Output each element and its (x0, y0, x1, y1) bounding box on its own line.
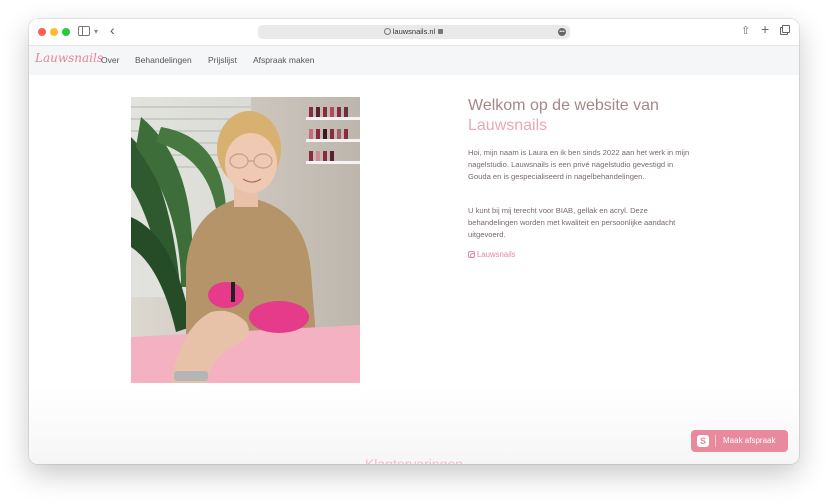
new-tab-icon[interactable]: + (761, 22, 769, 36)
sidebar-toggle-icon[interactable] (78, 26, 90, 36)
nav-item-over[interactable]: Over (101, 55, 119, 65)
page-title-brand: Lauwsnails (468, 117, 548, 134)
more-options-icon[interactable]: ••• (558, 28, 566, 36)
hero-photo (131, 97, 360, 383)
lock-icon (438, 29, 443, 34)
site-logo[interactable]: Lauwsnails (35, 51, 103, 65)
tab-overview-icon[interactable] (780, 25, 790, 35)
minimize-window-button[interactable] (50, 28, 58, 36)
hero-photo-illustration (131, 97, 360, 383)
section-title: Klantervaringen (364, 456, 464, 464)
chevron-down-icon[interactable]: ▾ (94, 26, 98, 38)
address-bar[interactable]: lauwsnails.nl ••• (258, 25, 570, 39)
back-arrow-icon[interactable]: ‹ (110, 23, 115, 37)
share-icon[interactable]: ⇧ (741, 25, 750, 37)
section-background (29, 387, 799, 464)
nav-item-behandelingen[interactable]: Behandelingen (135, 55, 192, 65)
browser-toolbar: ▾ ‹ lauwsnails.nl ••• ⇧ + (29, 19, 799, 46)
close-window-button[interactable] (38, 28, 46, 36)
zoom-window-button[interactable] (62, 28, 70, 36)
nav-item-afspraak-maken[interactable]: Afspraak maken (253, 55, 314, 65)
book-appointment-label: Maak afspraak (723, 436, 776, 445)
instagram-label: Lauwsnails (477, 250, 516, 259)
services-paragraph: U kunt bij mij terecht voor BIAB, gellak… (468, 206, 676, 239)
instagram-icon (468, 251, 475, 258)
booking-app-icon: S (697, 435, 709, 447)
intro-paragraph: Hoi, mijn naam is Laura en ik ben sinds … (468, 148, 690, 181)
page-title: Welkom op de website van Lauwsnails (468, 96, 768, 136)
globe-icon (384, 28, 391, 35)
site-navbar: Lauwsnails Over Behandelingen Prijslijst… (29, 46, 799, 75)
divider (715, 435, 716, 447)
browser-window: ▾ ‹ lauwsnails.nl ••• ⇧ + Lauwsnails Ove… (29, 19, 799, 464)
instagram-link[interactable]: Lauwsnails (468, 250, 516, 259)
address-bar-url: lauwsnails.nl (392, 27, 436, 36)
book-appointment-button[interactable]: S Maak afspraak (691, 430, 788, 452)
page-title-line1: Welkom op de website van (468, 97, 659, 114)
nav-item-prijslijst[interactable]: Prijslijst (208, 55, 237, 65)
